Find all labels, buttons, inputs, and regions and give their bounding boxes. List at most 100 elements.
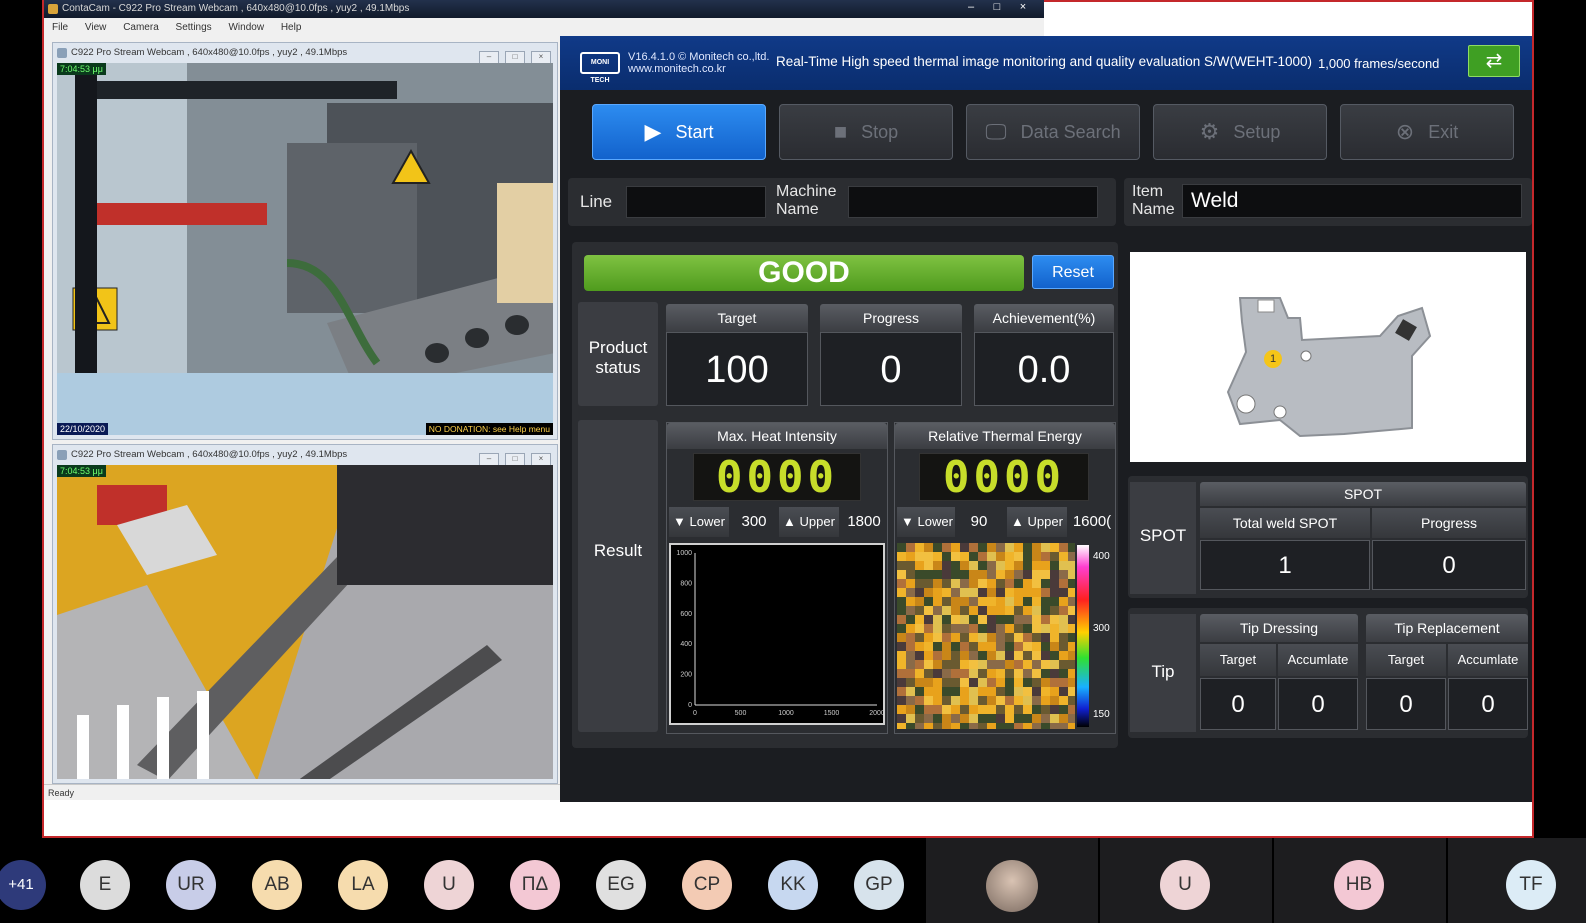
thermal-pixel [1059, 714, 1068, 723]
thermal-pixel [1032, 561, 1041, 570]
participant-avatar[interactable]: CP [682, 860, 732, 910]
maximize-button[interactable]: □ [984, 0, 1010, 14]
spot-header: SPOT [1200, 482, 1526, 506]
participant-avatar[interactable]: EG [596, 860, 646, 910]
version-line-1: V16.4.1.0 © Monitech co.,ltd. [628, 51, 770, 63]
thermal-energy-display: 0000 [919, 453, 1089, 502]
participant-avatar[interactable]: AB [252, 860, 302, 910]
thermal-pixel [987, 714, 996, 723]
participant-avatar[interactable]: U [1160, 860, 1210, 910]
participant-avatar[interactable]: ΠΔ [510, 860, 560, 910]
participant-avatar[interactable]: HB [1334, 860, 1384, 910]
thermal-pixel [996, 687, 1005, 696]
thermal-pixel [1050, 579, 1059, 588]
camera-window-2[interactable]: C922 Pro Stream Webcam , 640x480@10.0fps… [52, 444, 558, 784]
setup-button[interactable]: ⚙ Setup [1153, 104, 1327, 160]
progress-value: 0 [820, 332, 962, 406]
participant-avatar[interactable]: TF [1506, 860, 1556, 910]
participant-avatar[interactable]: U [424, 860, 474, 910]
thermal-pixel [1050, 633, 1059, 642]
thermal-pixel [1059, 588, 1068, 597]
start-button[interactable]: ▶ Start [592, 104, 766, 160]
thermal-pixel [951, 552, 960, 561]
menu-camera[interactable]: Camera [123, 22, 159, 33]
minimize-button[interactable]: – [958, 0, 984, 14]
thermal-pixel [915, 669, 924, 678]
thermal-pixel [1059, 687, 1068, 696]
thermal-pixel [969, 723, 978, 729]
thermal-pixel [1032, 678, 1041, 687]
thermal-pixel [1005, 714, 1014, 723]
heat-intensity-label: Max. Heat Intensity [667, 423, 887, 449]
thermal-pixel [1059, 633, 1068, 642]
thermal-pixel [906, 642, 915, 651]
menu-file[interactable]: File [52, 22, 68, 33]
thermal-pixel [969, 669, 978, 678]
result-label: Result [578, 420, 658, 732]
thermal-pixel [1041, 552, 1050, 561]
thermal-pixel [1014, 570, 1023, 579]
close-button[interactable]: × [1010, 0, 1036, 14]
stop-icon: ■ [833, 119, 848, 144]
thermal-pixel [1041, 597, 1050, 606]
participant-avatar[interactable]: GP [854, 860, 904, 910]
thermal-pixel [1050, 723, 1059, 729]
data-search-button[interactable]: 🖵 Data Search [966, 104, 1140, 160]
line-field[interactable] [626, 186, 766, 218]
thermal-pixel [1014, 705, 1023, 714]
donation-notice: NO DONATION: see Help menu [425, 423, 553, 435]
reset-button[interactable]: Reset [1032, 255, 1114, 289]
item-name-field[interactable]: Weld [1182, 184, 1522, 218]
usb-icon[interactable]: ⇄ [1468, 45, 1520, 77]
thermal-pixel [933, 588, 942, 597]
thermal-pixel [1005, 651, 1014, 660]
thermal-pixel [1032, 579, 1041, 588]
camera-window-1[interactable]: C922 Pro Stream Webcam , 640x480@10.0fps… [52, 42, 558, 440]
thermal-pixel [924, 552, 933, 561]
thermal-pixel [906, 669, 915, 678]
thermal-pixel [978, 570, 987, 579]
energy-upper-value[interactable]: 1600( [1069, 507, 1115, 537]
thermal-pixel [1023, 678, 1032, 687]
thermal-pixel [1023, 570, 1032, 579]
energy-lower-value[interactable]: 90 [957, 507, 1001, 537]
participant-avatar[interactable]: KK [768, 860, 818, 910]
menu-settings[interactable]: Settings [176, 22, 212, 33]
thermal-pixel [942, 597, 951, 606]
heat-upper-value[interactable]: 1800 [841, 507, 887, 537]
machine-name-field[interactable] [848, 186, 1098, 218]
thermal-pixel [1050, 606, 1059, 615]
thermal-pixel [1014, 687, 1023, 696]
thermal-pixel [942, 606, 951, 615]
participant-avatar[interactable]: UR [166, 860, 216, 910]
judgement-indicator: GOOD [584, 255, 1024, 291]
stop-button[interactable]: ■ Stop [779, 104, 953, 160]
participant-tile-video[interactable] [926, 838, 1098, 923]
participant-avatar[interactable]: LA [338, 860, 388, 910]
thermal-pixel [933, 642, 942, 651]
thermal-pixel [1059, 705, 1068, 714]
spot-marker[interactable]: 1 [1264, 350, 1282, 368]
thermal-pixel [996, 651, 1005, 660]
thermal-pixel [960, 705, 969, 714]
thermal-pixel [1014, 696, 1023, 705]
thermal-pixel [960, 696, 969, 705]
menu-help[interactable]: Help [281, 22, 302, 33]
menu-view[interactable]: View [85, 22, 107, 33]
exit-button[interactable]: ⊗ Exit [1340, 104, 1514, 160]
thermal-pixel [924, 561, 933, 570]
thermal-pixel [1005, 588, 1014, 597]
tip-side-label: Tip [1130, 614, 1196, 732]
thermal-pixel [960, 579, 969, 588]
participant-avatar[interactable]: E [80, 860, 130, 910]
thermal-pixel [1023, 615, 1032, 624]
thermal-pixel [924, 606, 933, 615]
thermal-pixel [1023, 696, 1032, 705]
thermal-energy-box: Relative Thermal Energy 0000 ▼ Lower 90 … [894, 422, 1116, 734]
heat-intensity-box: Max. Heat Intensity 0000 ▼ Lower 300 ▲ U… [666, 422, 888, 734]
thermal-pixel [933, 543, 942, 552]
heat-lower-value[interactable]: 300 [733, 507, 775, 537]
thermal-pixel [951, 642, 960, 651]
thermal-pixel [1032, 570, 1041, 579]
menu-window[interactable]: Window [228, 22, 264, 33]
